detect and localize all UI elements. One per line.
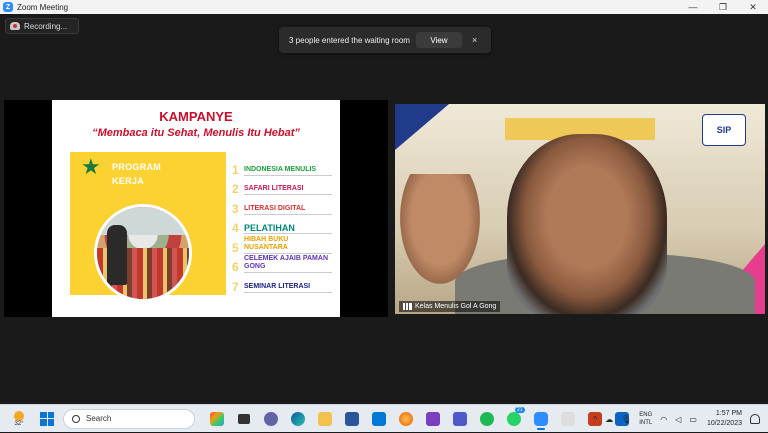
clock-time: 1:57 PM — [715, 410, 742, 417]
teams-icon[interactable] — [449, 408, 471, 430]
cloud-icon[interactable]: ☁ — [605, 415, 613, 424]
view-button[interactable]: View — [415, 32, 462, 48]
item-text: HIBAH BUKU NUSANTARA — [244, 236, 332, 254]
recording-icon — [10, 22, 20, 30]
item-text: INDONESIA MENULIS — [244, 166, 332, 176]
program-line: KERJA — [112, 176, 145, 186]
list-item: 6 CELEMEK AJAIB PAMAN GONG — [232, 254, 338, 274]
maximize-button[interactable]: ❐ — [708, 0, 738, 14]
slide-subtitle: “Membaca itu Sehat, Menulis Itu Hebat” — [92, 127, 300, 139]
volume-icon[interactable]: ◁ — [675, 415, 681, 424]
item-number: 5 — [232, 240, 239, 255]
participant-video[interactable]: SIP Kelas Menulis Gol A Gong — [395, 104, 765, 314]
waiting-room-notification: 3 people entered the waiting room View × — [279, 27, 491, 53]
list-item: 2 SAFARI LITERASI — [232, 176, 338, 196]
widgets-icon[interactable] — [206, 408, 228, 430]
participant-name-label: Kelas Menulis Gol A Gong — [399, 301, 501, 312]
item-number: 1 — [232, 162, 239, 177]
list-item: 3 LITERASI DIGITAL — [232, 195, 338, 215]
item-number: 7 — [232, 279, 239, 294]
weather-widget[interactable]: 32° — [4, 408, 34, 430]
lang-top: ENG — [639, 412, 653, 418]
whatsapp-icon[interactable]: 21 — [503, 406, 525, 430]
notification-message: 3 people entered the waiting room — [289, 35, 410, 45]
taskbar: 32° Search 21 ^ ☁ 🎙 ENG INTL ◠ ◁ ▭ 1:57 … — [0, 404, 768, 432]
item-text: SAFARI LITERASI — [244, 185, 332, 195]
file-explorer-icon[interactable] — [314, 408, 336, 430]
store-icon[interactable] — [341, 408, 363, 430]
search-placeholder: Search — [86, 414, 112, 423]
clock[interactable]: 1:57 PM 10/22/2023 — [707, 409, 742, 429]
word-icon[interactable] — [422, 408, 444, 430]
list-item: 5 HIBAH BUKU NUSANTARA — [232, 234, 338, 254]
language-indicator[interactable]: ENG INTL — [639, 411, 652, 427]
spotify-icon[interactable] — [476, 408, 498, 430]
search-icon — [72, 414, 80, 423]
windows-start-icon[interactable] — [37, 409, 57, 429]
meeting-area: Recording... 3 people entered the waitin… — [0, 14, 768, 404]
wifi-icon[interactable]: ◠ — [660, 415, 667, 424]
item-number: 2 — [232, 182, 239, 196]
participant-face — [507, 134, 667, 314]
sun-icon — [14, 410, 24, 421]
item-text: CELEMEK AJAIB PAMAN GONG — [244, 255, 332, 273]
list-item: 7 SEMINAR LITERASI — [232, 273, 338, 293]
clock-date: 10/22/2023 — [706, 420, 742, 427]
window-controls: — ❐ ✕ — [678, 0, 768, 14]
campaign-photo — [94, 204, 192, 302]
chevron-up-icon[interactable]: ^ — [593, 415, 597, 424]
program-list: 1 INDONESIA MENULIS 2 SAFARI LITERASI 3 LIT… — [232, 156, 338, 293]
close-notification-icon[interactable]: × — [472, 35, 477, 45]
firefox-icon[interactable] — [395, 408, 417, 430]
presentation-slide: KAMPANYE “Membaca itu Sehat, Menulis Itu… — [52, 100, 340, 317]
program-panel: ★ PROGRAM KERJA — [70, 152, 226, 302]
zoom-app-icon[interactable] — [530, 408, 552, 430]
list-item: 1 INDONESIA MENULIS — [232, 156, 338, 176]
slide-title: KAMPANYE — [159, 109, 233, 124]
signal-bars-icon — [403, 303, 412, 310]
system-tray: ^ ☁ 🎙 ENG INTL ◠ ◁ ▭ 1:57 PM 10/22/2023 — [589, 405, 768, 433]
item-number: 6 — [232, 260, 239, 274]
notification-bell-icon[interactable] — [750, 414, 760, 424]
lang-bottom: INTL — [639, 420, 653, 426]
teams-chat-icon[interactable] — [260, 408, 282, 430]
battery-icon[interactable]: ▭ — [689, 415, 697, 424]
item-number: 3 — [232, 201, 239, 216]
sip-logo-icon: SIP — [702, 114, 746, 146]
minimize-button[interactable]: — — [678, 0, 708, 14]
notification-badge: 21 — [514, 406, 525, 413]
mail-icon[interactable] — [368, 408, 390, 430]
taskbar-search[interactable]: Search — [63, 408, 195, 429]
zoom-logo-icon: Z — [3, 2, 13, 12]
program-line: PROGRAM — [112, 162, 162, 172]
title-bar: Z Zoom Meeting — ❐ ✕ — [0, 0, 768, 14]
program-label: PROGRAM KERJA — [112, 160, 161, 188]
recording-label: Recording... — [24, 21, 68, 31]
task-view-icon[interactable] — [233, 408, 255, 430]
edge-icon[interactable] — [287, 408, 309, 430]
participant-hand — [400, 174, 480, 284]
shared-screen: KAMPANYE “Membaca itu Sehat, Menulis Itu… — [4, 100, 388, 317]
star-icon: ★ — [81, 154, 101, 179]
pinned-apps: 21 — [203, 406, 635, 430]
notes-icon[interactable] — [557, 408, 579, 430]
temperature: 32° — [14, 420, 24, 427]
microphone-icon[interactable]: 🎙 — [621, 415, 631, 424]
item-text: LITERASI DIGITAL — [244, 205, 332, 215]
item-text: SEMINAR LITERASI — [244, 283, 332, 293]
recording-indicator[interactable]: Recording... — [5, 18, 79, 34]
item-text: PELATIHAN — [244, 224, 332, 234]
list-item: 4 PELATIHAN — [232, 215, 338, 235]
item-number: 4 — [232, 221, 239, 235]
close-window-button[interactable]: ✕ — [738, 0, 768, 14]
participant-name: Kelas Menulis Gol A Gong — [415, 303, 497, 310]
window-title: Zoom Meeting — [17, 2, 69, 12]
